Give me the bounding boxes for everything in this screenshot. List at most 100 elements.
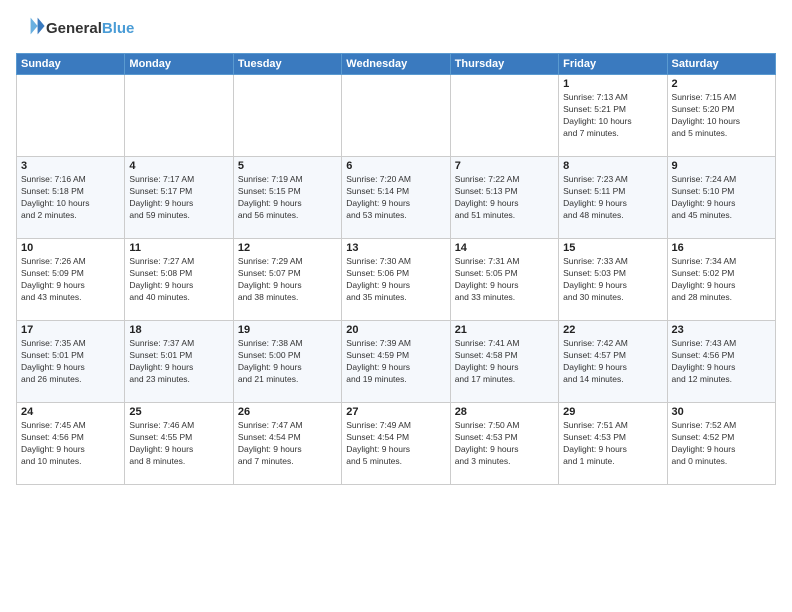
day-info: Sunrise: 7:29 AM Sunset: 5:07 PM Dayligh… <box>238 256 337 304</box>
day-info: Sunrise: 7:27 AM Sunset: 5:08 PM Dayligh… <box>129 256 228 304</box>
day-number: 21 <box>455 324 554 336</box>
day-number: 17 <box>21 324 120 336</box>
day-number: 8 <box>563 160 662 172</box>
day-info: Sunrise: 7:19 AM Sunset: 5:15 PM Dayligh… <box>238 174 337 222</box>
day-number: 13 <box>346 242 445 254</box>
day-cell <box>233 75 341 157</box>
day-cell: 27 Sunrise: 7:49 AM Sunset: 4:54 PM Dayli… <box>342 403 450 485</box>
weekday-header-sunday: Sunday <box>17 54 125 75</box>
day-info: Sunrise: 7:35 AM Sunset: 5:01 PM Dayligh… <box>21 338 120 386</box>
header: GeneralBlue <box>16 12 776 45</box>
weekday-header-friday: Friday <box>559 54 667 75</box>
day-cell: 23 Sunrise: 7:43 AM Sunset: 4:56 PM Dayli… <box>667 321 775 403</box>
day-info: Sunrise: 7:34 AM Sunset: 5:02 PM Dayligh… <box>672 256 771 304</box>
day-info: Sunrise: 7:13 AM Sunset: 5:21 PM Dayligh… <box>563 92 662 140</box>
day-info: Sunrise: 7:38 AM Sunset: 5:00 PM Dayligh… <box>238 338 337 386</box>
week-row-1: 3Sunrise: 7:16 AM Sunset: 5:18 PM Daylig… <box>17 157 776 239</box>
day-cell: 26 Sunrise: 7:47 AM Sunset: 4:54 PM Dayli… <box>233 403 341 485</box>
day-info: Sunrise: 7:30 AM Sunset: 5:06 PM Dayligh… <box>346 256 445 304</box>
day-number: 27 <box>346 406 445 418</box>
day-cell: 13 Sunrise: 7:30 AM Sunset: 5:06 PM Dayli… <box>342 239 450 321</box>
calendar: SundayMondayTuesdayWednesdayThursdayFrid… <box>16 53 776 485</box>
day-cell: 28 Sunrise: 7:50 AM Sunset: 4:53 PM Dayli… <box>450 403 558 485</box>
logo: GeneralBlue <box>16 12 134 45</box>
logo-icon <box>18 12 46 40</box>
day-number: 24 <box>21 406 120 418</box>
day-number: 3 <box>21 160 120 172</box>
day-info: Sunrise: 7:41 AM Sunset: 4:58 PM Dayligh… <box>455 338 554 386</box>
day-cell: 29Sunrise: 7:51 AM Sunset: 4:53 PM Dayli… <box>559 403 667 485</box>
day-cell: 15Sunrise: 7:33 AM Sunset: 5:03 PM Dayli… <box>559 239 667 321</box>
page: GeneralBlue SundayMondayTuesdayWednesday… <box>0 0 792 612</box>
day-cell: 10 Sunrise: 7:26 AM Sunset: 5:09 PM Dayli… <box>17 239 125 321</box>
day-cell: 24 Sunrise: 7:45 AM Sunset: 4:56 PM Dayli… <box>17 403 125 485</box>
day-number: 4 <box>129 160 228 172</box>
day-number: 28 <box>455 406 554 418</box>
day-number: 16 <box>672 242 771 254</box>
weekday-header-row: SundayMondayTuesdayWednesdayThursdayFrid… <box>17 54 776 75</box>
day-cell <box>342 75 450 157</box>
day-cell: 30 Sunrise: 7:52 AM Sunset: 4:52 PM Dayli… <box>667 403 775 485</box>
day-cell: 4 Sunrise: 7:17 AM Sunset: 5:17 PM Daylig… <box>125 157 233 239</box>
day-info: Sunrise: 7:50 AM Sunset: 4:53 PM Dayligh… <box>455 420 554 468</box>
day-cell: 12 Sunrise: 7:29 AM Sunset: 5:07 PM Dayli… <box>233 239 341 321</box>
day-cell: 9Sunrise: 7:24 AM Sunset: 5:10 PM Daylig… <box>667 157 775 239</box>
day-cell: 17 Sunrise: 7:35 AM Sunset: 5:01 PM Dayli… <box>17 321 125 403</box>
week-row-0: 1 Sunrise: 7:13 AM Sunset: 5:21 PM Daylig… <box>17 75 776 157</box>
day-number: 9 <box>672 160 771 172</box>
day-number: 1 <box>563 78 662 90</box>
day-info: Sunrise: 7:23 AM Sunset: 5:11 PM Dayligh… <box>563 174 662 222</box>
week-row-4: 24 Sunrise: 7:45 AM Sunset: 4:56 PM Dayli… <box>17 403 776 485</box>
day-info: Sunrise: 7:43 AM Sunset: 4:56 PM Dayligh… <box>672 338 771 386</box>
day-number: 7 <box>455 160 554 172</box>
day-number: 11 <box>129 242 228 254</box>
day-cell: 2 Sunrise: 7:15 AM Sunset: 5:20 PM Daylig… <box>667 75 775 157</box>
day-cell: 22 Sunrise: 7:42 AM Sunset: 4:57 PM Dayli… <box>559 321 667 403</box>
day-number: 19 <box>238 324 337 336</box>
weekday-header-tuesday: Tuesday <box>233 54 341 75</box>
day-number: 14 <box>455 242 554 254</box>
day-number: 26 <box>238 406 337 418</box>
day-info: Sunrise: 7:49 AM Sunset: 4:54 PM Dayligh… <box>346 420 445 468</box>
day-number: 2 <box>672 78 771 90</box>
day-cell: 1 Sunrise: 7:13 AM Sunset: 5:21 PM Daylig… <box>559 75 667 157</box>
day-cell <box>17 75 125 157</box>
day-number: 10 <box>21 242 120 254</box>
day-cell: 11 Sunrise: 7:27 AM Sunset: 5:08 PM Dayli… <box>125 239 233 321</box>
day-cell: 25Sunrise: 7:46 AM Sunset: 4:55 PM Dayli… <box>125 403 233 485</box>
day-number: 30 <box>672 406 771 418</box>
day-info: Sunrise: 7:15 AM Sunset: 5:20 PM Dayligh… <box>672 92 771 140</box>
day-number: 23 <box>672 324 771 336</box>
day-info: Sunrise: 7:31 AM Sunset: 5:05 PM Dayligh… <box>455 256 554 304</box>
day-info: Sunrise: 7:51 AM Sunset: 4:53 PM Dayligh… <box>563 420 662 468</box>
day-info: Sunrise: 7:26 AM Sunset: 5:09 PM Dayligh… <box>21 256 120 304</box>
weekday-header-thursday: Thursday <box>450 54 558 75</box>
logo-text: GeneralBlue <box>46 20 134 38</box>
day-cell: 14 Sunrise: 7:31 AM Sunset: 5:05 PM Dayli… <box>450 239 558 321</box>
day-cell: 20 Sunrise: 7:39 AM Sunset: 4:59 PM Dayli… <box>342 321 450 403</box>
day-info: Sunrise: 7:52 AM Sunset: 4:52 PM Dayligh… <box>672 420 771 468</box>
day-cell: 5Sunrise: 7:19 AM Sunset: 5:15 PM Daylig… <box>233 157 341 239</box>
day-info: Sunrise: 7:39 AM Sunset: 4:59 PM Dayligh… <box>346 338 445 386</box>
day-cell: 8 Sunrise: 7:23 AM Sunset: 5:11 PM Daylig… <box>559 157 667 239</box>
day-number: 12 <box>238 242 337 254</box>
day-info: Sunrise: 7:17 AM Sunset: 5:17 PM Dayligh… <box>129 174 228 222</box>
weekday-header-wednesday: Wednesday <box>342 54 450 75</box>
day-cell <box>450 75 558 157</box>
day-cell: 21 Sunrise: 7:41 AM Sunset: 4:58 PM Dayli… <box>450 321 558 403</box>
day-number: 20 <box>346 324 445 336</box>
weekday-header-saturday: Saturday <box>667 54 775 75</box>
day-info: Sunrise: 7:47 AM Sunset: 4:54 PM Dayligh… <box>238 420 337 468</box>
day-cell: 19 Sunrise: 7:38 AM Sunset: 5:00 PM Dayli… <box>233 321 341 403</box>
day-info: Sunrise: 7:37 AM Sunset: 5:01 PM Dayligh… <box>129 338 228 386</box>
day-cell: 6Sunrise: 7:20 AM Sunset: 5:14 PM Daylig… <box>342 157 450 239</box>
day-number: 22 <box>563 324 662 336</box>
day-info: Sunrise: 7:42 AM Sunset: 4:57 PM Dayligh… <box>563 338 662 386</box>
weekday-header-monday: Monday <box>125 54 233 75</box>
day-cell: 7Sunrise: 7:22 AM Sunset: 5:13 PM Daylig… <box>450 157 558 239</box>
day-number: 15 <box>563 242 662 254</box>
day-number: 18 <box>129 324 228 336</box>
day-cell <box>125 75 233 157</box>
day-info: Sunrise: 7:45 AM Sunset: 4:56 PM Dayligh… <box>21 420 120 468</box>
day-info: Sunrise: 7:46 AM Sunset: 4:55 PM Dayligh… <box>129 420 228 468</box>
